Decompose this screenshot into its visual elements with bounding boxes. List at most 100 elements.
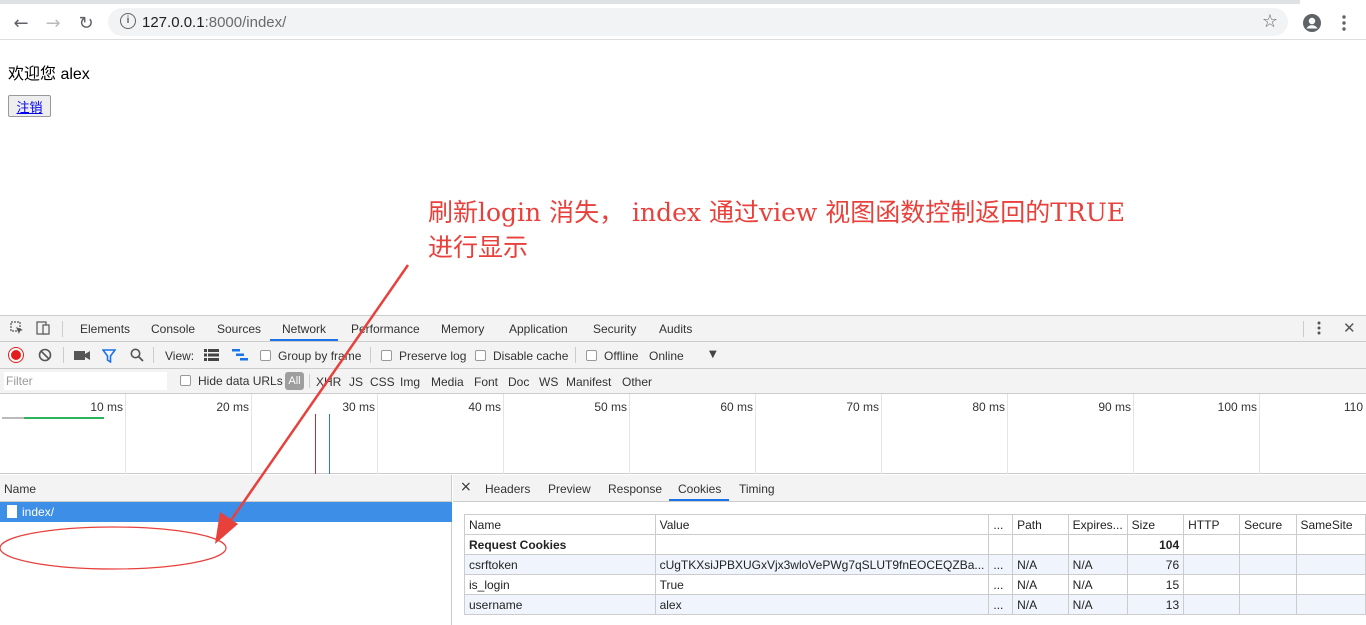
filter-icon[interactable]	[101, 349, 117, 366]
tick-label: 50 ms	[594, 400, 627, 414]
menu-icon[interactable]	[1333, 12, 1355, 34]
tick-label: 40 ms	[468, 400, 501, 414]
disable-cache-checkbox[interactable]	[475, 350, 486, 361]
inspect-icon[interactable]	[10, 321, 24, 338]
type-filter-js[interactable]: JS	[349, 375, 363, 389]
waterfall-icon[interactable]	[232, 349, 248, 364]
close-detail-icon[interactable]: ×	[460, 479, 472, 495]
offline-checkbox[interactable]	[586, 350, 597, 361]
forward-icon[interactable]: →	[42, 12, 64, 34]
table-cell	[1239, 534, 1297, 555]
device-toggle-icon[interactable]	[35, 320, 51, 339]
star-icon[interactable]: ☆	[1262, 11, 1278, 32]
table-row[interactable]: is_login True ... N/A N/A 15	[464, 574, 1366, 595]
requests-header[interactable]: Name	[0, 475, 452, 502]
account-icon[interactable]	[1301, 12, 1323, 34]
type-filter-doc[interactable]: Doc	[508, 375, 529, 389]
preserve-log-checkbox[interactable]	[381, 350, 392, 361]
grid-line	[1133, 394, 1134, 474]
grid-line	[503, 394, 504, 474]
tab-performance[interactable]: Performance	[351, 322, 420, 336]
table-cell	[1012, 534, 1069, 555]
network-overview[interactable]: 10 ms 20 ms 30 ms 40 ms 50 ms 60 ms 70 m…	[0, 394, 1366, 474]
close-devtools-icon[interactable]: ✕	[1343, 319, 1356, 337]
tab-elements[interactable]: Elements	[80, 322, 130, 336]
tab-preview[interactable]: Preview	[548, 482, 591, 496]
type-filter-img[interactable]: Img	[400, 375, 420, 389]
request-row[interactable]: index/	[0, 502, 452, 522]
tab-sources[interactable]: Sources	[217, 322, 261, 336]
url-text[interactable]: 127.0.0.1:8000/index/	[142, 14, 286, 31]
group-by-frame-checkbox[interactable]	[260, 350, 271, 361]
column-header-secure[interactable]: Secure	[1239, 514, 1297, 535]
type-filter-ws[interactable]: WS	[539, 375, 558, 389]
chevron-down-icon[interactable]: ▼	[709, 349, 717, 360]
tab-console[interactable]: Console	[151, 322, 195, 336]
address-bar[interactable]: i 127.0.0.1:8000/index/ ☆	[108, 8, 1288, 36]
offline-label: Offline	[604, 349, 639, 363]
table-cell	[988, 534, 1014, 555]
cookie-name: csrftoken	[464, 554, 656, 575]
devtools-menu-icon[interactable]	[1317, 321, 1321, 338]
tab-timing[interactable]: Timing	[739, 482, 775, 496]
table-cell	[1067, 534, 1128, 555]
cookie-expires: N/A	[1067, 574, 1128, 595]
large-rows-icon[interactable]	[204, 349, 219, 364]
reload-icon[interactable]: ↻	[75, 12, 97, 34]
view-label: View:	[165, 349, 195, 363]
tab-application[interactable]: Application	[509, 322, 568, 336]
grid-line	[755, 394, 756, 474]
cookies-table: Name Value ... Path Expires... Size HTTP…	[464, 514, 1366, 615]
divider	[63, 347, 64, 363]
tab-security[interactable]: Security	[593, 322, 636, 336]
group-row-request-cookies: Request Cookies 104	[464, 534, 1366, 555]
type-filter-xhr[interactable]: XHR	[316, 375, 341, 389]
tick-label: 60 ms	[720, 400, 753, 414]
filter-input[interactable]: Filter	[4, 372, 167, 390]
table-row[interactable]: csrftoken cUgTKXsiJPBXUGxVjx3wloVePWg7qS…	[464, 554, 1366, 575]
column-header-size[interactable]: Size	[1126, 514, 1185, 535]
network-toolbar: View: Group by frame Preserve log Disabl…	[0, 342, 1366, 369]
hide-data-urls-checkbox[interactable]	[180, 375, 191, 386]
clear-icon[interactable]	[38, 348, 52, 365]
tab-memory[interactable]: Memory	[441, 322, 484, 336]
tab-audits[interactable]: Audits	[659, 322, 692, 336]
table-cell	[654, 534, 990, 555]
cookie-size: 15	[1126, 574, 1185, 595]
grid-line	[377, 394, 378, 474]
table-row[interactable]: username alex ... N/A N/A 13	[464, 594, 1366, 615]
column-header-samesite[interactable]: SameSite	[1295, 514, 1366, 535]
column-header-domain[interactable]: ...	[988, 514, 1014, 535]
divider	[309, 374, 310, 388]
type-filter-other[interactable]: Other	[622, 375, 652, 389]
back-icon[interactable]: ←	[10, 12, 32, 34]
type-filter-all[interactable]: All	[285, 372, 304, 390]
name-column-header[interactable]: Name	[4, 482, 36, 496]
search-icon[interactable]	[130, 348, 144, 365]
type-filter-font[interactable]: Font	[474, 375, 498, 389]
column-header-value[interactable]: Value	[654, 514, 990, 535]
grid-line	[251, 394, 252, 474]
column-header-http[interactable]: HTTP	[1183, 514, 1241, 535]
tick-label: 30 ms	[342, 400, 375, 414]
tick-label: 80 ms	[972, 400, 1005, 414]
record-icon[interactable]	[9, 348, 23, 362]
tab-headers[interactable]: Headers	[485, 482, 530, 496]
tab-network[interactable]: Network	[282, 322, 326, 336]
active-tab-indicator	[270, 339, 338, 341]
type-filter-media[interactable]: Media	[431, 375, 464, 389]
tab-cookies[interactable]: Cookies	[678, 482, 721, 496]
type-filter-css[interactable]: CSS	[370, 375, 395, 389]
column-header-expires[interactable]: Expires...	[1067, 514, 1128, 535]
tab-response[interactable]: Response	[608, 482, 662, 496]
type-filter-manifest[interactable]: Manifest	[566, 375, 611, 389]
tick-label: 70 ms	[846, 400, 879, 414]
url-path: :8000/index/	[204, 14, 287, 31]
throttling-select[interactable]: Online	[649, 349, 684, 363]
logout-button[interactable]: 注销	[8, 95, 51, 117]
request-name[interactable]: index/	[22, 505, 54, 519]
info-icon[interactable]: i	[120, 13, 136, 29]
column-header-name[interactable]: Name	[464, 514, 656, 535]
screenshot-icon[interactable]	[74, 350, 90, 364]
column-header-path[interactable]: Path	[1012, 514, 1069, 535]
